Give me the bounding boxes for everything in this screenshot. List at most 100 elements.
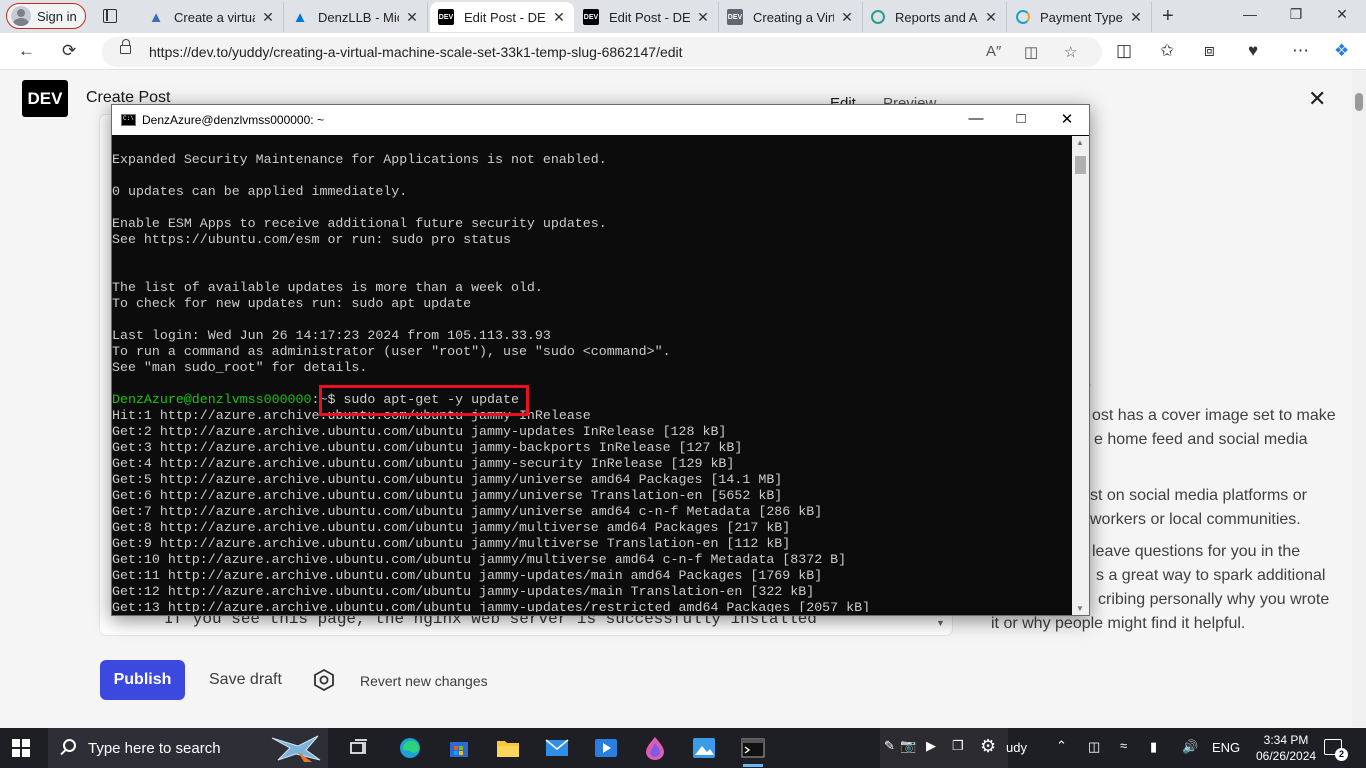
browser-tab-create-vm[interactable]: ▲ Create a virtual machine ✕ [140,2,284,32]
command-line: DenzAzure@denzlvmss000000:~$ sudo apt-ge… [112,392,1072,408]
windows-start-icon[interactable] [12,739,30,757]
favorites-icon[interactable]: ✩ [1160,41,1174,61]
console-title-bar[interactable]: DenzAzure@denzlvmss000000: ~ — □ ✕ [112,105,1089,135]
close-tab-icon[interactable]: ✕ [405,9,419,26]
console-close-icon[interactable]: ✕ [1047,110,1087,128]
microsoft-store-icon[interactable] [447,736,471,760]
collections-icon[interactable]: ⧈ [1204,41,1215,61]
language-indicator[interactable]: ENG [1212,740,1240,755]
tab-title: Payment Type [1040,9,1123,25]
browser-tab-reports[interactable]: Reports and Analytics ✕ [863,2,1007,32]
profile-avatar-icon [11,6,31,26]
terminal-line: To run a command as administrator (user … [112,344,671,359]
console-maximize-icon[interactable]: □ [1001,110,1041,127]
page-scrollbar[interactable] [1352,71,1366,727]
file-explorer-icon[interactable] [496,736,520,760]
browser-essentials-icon[interactable]: ♥ [1248,41,1258,61]
minimize-icon[interactable]: — [1230,6,1270,22]
windows-taskbar: Type here to search ✎ 📷 ▶ ❐ ⚙ udy ⌃ ◫ ≈ … [0,728,1366,768]
terminal-line: Get:3 http://azure.archive.ubuntu.com/ub… [112,440,743,455]
console-minimize-icon[interactable]: — [956,110,996,127]
video-record-icon[interactable]: ▶ [926,738,936,754]
tab-actions-icon[interactable] [100,7,120,25]
phone-link-icon[interactable]: ◫ [1088,739,1100,755]
close-tab-icon[interactable]: ✕ [261,9,275,26]
close-tab-icon[interactable]: ✕ [840,9,854,26]
address-bar[interactable]: https://dev.to/yuddy/creating-a-virtual-… [102,37,1102,67]
search-highlight-bird-icon[interactable] [268,732,324,764]
close-tab-icon[interactable]: ✕ [1129,9,1143,26]
terminal-app-icon[interactable] [741,736,765,767]
refresh-icon[interactable]: ⟳ [62,41,76,61]
dev-logo-icon: DEV [583,9,599,25]
post-settings-icon[interactable] [313,669,335,691]
search-placeholder: Type here to search [88,740,221,757]
snip-pointer-icon[interactable]: ✎ [884,738,895,754]
notifications-icon[interactable]: 2 [1324,739,1348,761]
scrollbar-thumb[interactable] [1075,156,1086,174]
dev-logo[interactable]: DEV [22,80,68,117]
tab-title: Create a virtual machine [174,9,255,25]
close-icon[interactable]: ✕ [1308,86,1326,112]
battery-icon[interactable]: ▮ [1150,739,1157,755]
sign-in-button[interactable]: Sign in [6,3,86,29]
terminal-line: Get:4 http://azure.archive.ubuntu.com/ub… [112,456,735,471]
show-hidden-icons-icon[interactable]: ⌃ [1056,738,1067,754]
dev-logo-icon: DEV [438,9,454,25]
browser-tab-payment[interactable]: Payment Type ✕ [1008,2,1152,32]
terminal-line: To check for new updates run: sudo apt u… [112,296,472,311]
clock-time: 3:34 PM [1263,733,1309,747]
scroll-down-icon[interactable]: ▼ [936,618,945,628]
volume-icon[interactable]: 🔊 [1182,739,1198,755]
new-tab-icon[interactable]: + [1162,5,1174,28]
split-screen-icon[interactable]: ◫ [1116,41,1132,61]
terminal-output[interactable]: Expanded Security Maintenance for Applic… [112,152,1072,612]
close-tab-icon[interactable]: ✕ [552,9,566,26]
terminal-line: Enable ESM Apps to receive additional fu… [112,216,607,231]
terminal-line: 0 updates can be applied immediately. [112,184,408,199]
console-scrollbar[interactable]: ▲ ▼ [1072,136,1089,615]
terminal-line: See "man sudo_root" for details. [112,360,368,375]
media-player-icon[interactable] [594,736,618,760]
terminal-line: Get:8 http://azure.archive.ubuntu.com/ub… [112,520,791,535]
browser-tab-denzllb[interactable]: ▲ DenzLLB - Microsoft Azure ✕ [284,2,428,32]
scroll-up-icon[interactable]: ▲ [1076,138,1084,147]
paint-app-icon[interactable] [643,736,667,760]
task-view-icon[interactable] [348,736,372,760]
restore-icon[interactable]: ❐ [1276,6,1316,23]
scroll-down-icon[interactable]: ▼ [1076,604,1084,613]
ssh-console-window[interactable]: DenzAzure@denzlvmss000000: ~ — □ ✕ Expan… [111,104,1090,616]
back-arrow-icon[interactable]: ← [18,41,35,61]
document-icon: DEV [727,9,743,25]
system-clock[interactable]: 3:34 PM 06/26/2024 [1256,732,1316,764]
shell-prompt: DenzAzure@denzlvmss000000 [112,392,312,407]
publish-button[interactable]: Publish [100,660,185,700]
revert-changes-button[interactable]: Revert new changes [360,673,488,689]
edge-browser-icon[interactable] [398,736,422,760]
wifi-icon[interactable]: ≈ [1120,738,1127,753]
copilot-icon[interactable]: ❖ [1334,41,1349,61]
command-highlight-box [319,385,529,416]
snipping-toolbar: ✎ 📷 ▶ ❐ ⚙ [880,728,1008,768]
save-draft-button[interactable]: Save draft [209,671,282,689]
mail-icon[interactable] [545,736,569,760]
immersive-reader-icon[interactable]: ◫ [1024,43,1038,61]
browser-tab-creating-vm[interactable]: DEV Creating a Virtual Machine ✕ [719,2,863,32]
close-tab-icon[interactable]: ✕ [696,9,710,26]
browser-tab-edit-post[interactable]: DEV Edit Post - DEV Community ✕ [575,2,719,32]
tip-line: cribing personally why you wrote [1098,591,1330,608]
url-text: https://dev.to/yuddy/creating-a-virtual-… [149,44,683,60]
snip-settings-icon[interactable]: ⚙ [980,736,996,757]
clock-date: 06/26/2024 [1256,749,1317,763]
favorite-star-icon[interactable]: ☆ [1064,43,1077,61]
photos-icon[interactable] [692,736,716,760]
more-options-icon[interactable]: ⋯ [1292,41,1309,61]
browser-tab-edit-post-active[interactable]: DEV Edit Post - DEV Community ✕ [430,2,574,32]
close-window-icon[interactable]: ✕ [1322,6,1362,23]
close-tab-icon[interactable]: ✕ [984,9,998,26]
window-snip-icon[interactable]: ❐ [952,738,964,754]
read-aloud-icon[interactable]: A″ [986,43,1001,60]
camera-icon[interactable]: 📷 [900,738,916,754]
